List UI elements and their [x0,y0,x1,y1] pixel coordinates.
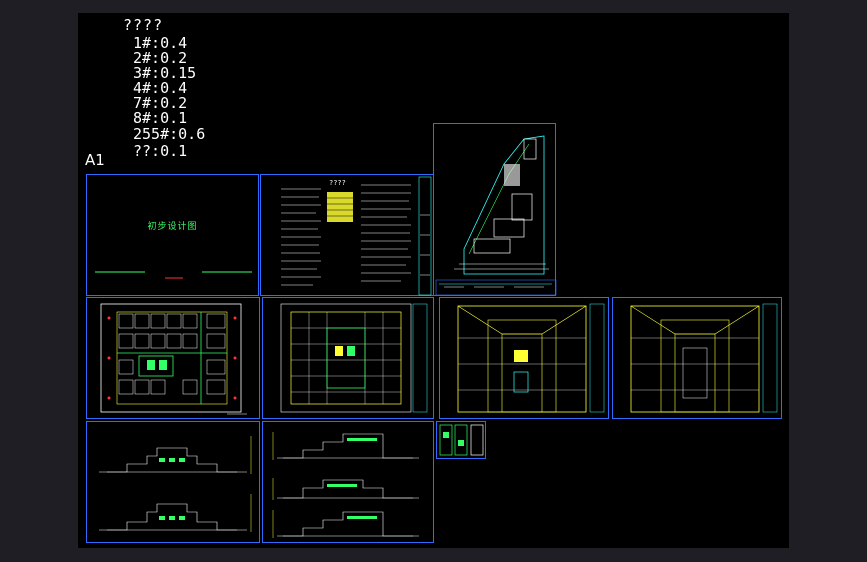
sections-linework [272,432,419,538]
sheet-detail-block[interactable] [436,421,486,459]
sheet-site-plan[interactable] [433,123,557,296]
cover-linework [95,271,252,279]
sheet-cover[interactable]: 初步设计图 [86,174,259,296]
paper-size-label: A1 [85,151,105,169]
sheet-roof-plan-1[interactable] [439,297,609,419]
floor-plan-1-linework [100,303,247,415]
sheet-elevations[interactable] [86,421,260,543]
notes-linework [281,176,432,296]
cad-drawing-canvas[interactable]: ???? 1#:0.4 2#:0.2 3#:0.15 4#:0.4 7#:0.2… [78,13,789,548]
site-plan-linework [435,135,557,296]
floor-plan-2-linework [280,303,428,413]
elevations-linework [99,436,252,532]
legend-title: ???? [123,16,164,34]
sheet-floor-plan-1[interactable] [86,297,260,419]
lineweight-legend: ???? 1#:0.4 2#:0.2 3#:0.15 4#:0.4 7#:0.2… [78,13,278,173]
detail-block-linework [439,424,484,456]
legend-item: ??:0.1 [133,142,188,160]
sheet-design-notes[interactable]: ???? [260,174,434,296]
sheet-sections[interactable] [262,421,434,543]
sheet-floor-plan-2[interactable] [262,297,434,419]
sheet-roof-plan-2[interactable] [612,297,782,419]
legend-item: 8#:0.1 [133,109,188,127]
legend-item: 255#:0.6 [133,125,206,143]
roof-plan-2-linework [630,303,778,413]
roof-plan-1-linework [457,303,605,413]
